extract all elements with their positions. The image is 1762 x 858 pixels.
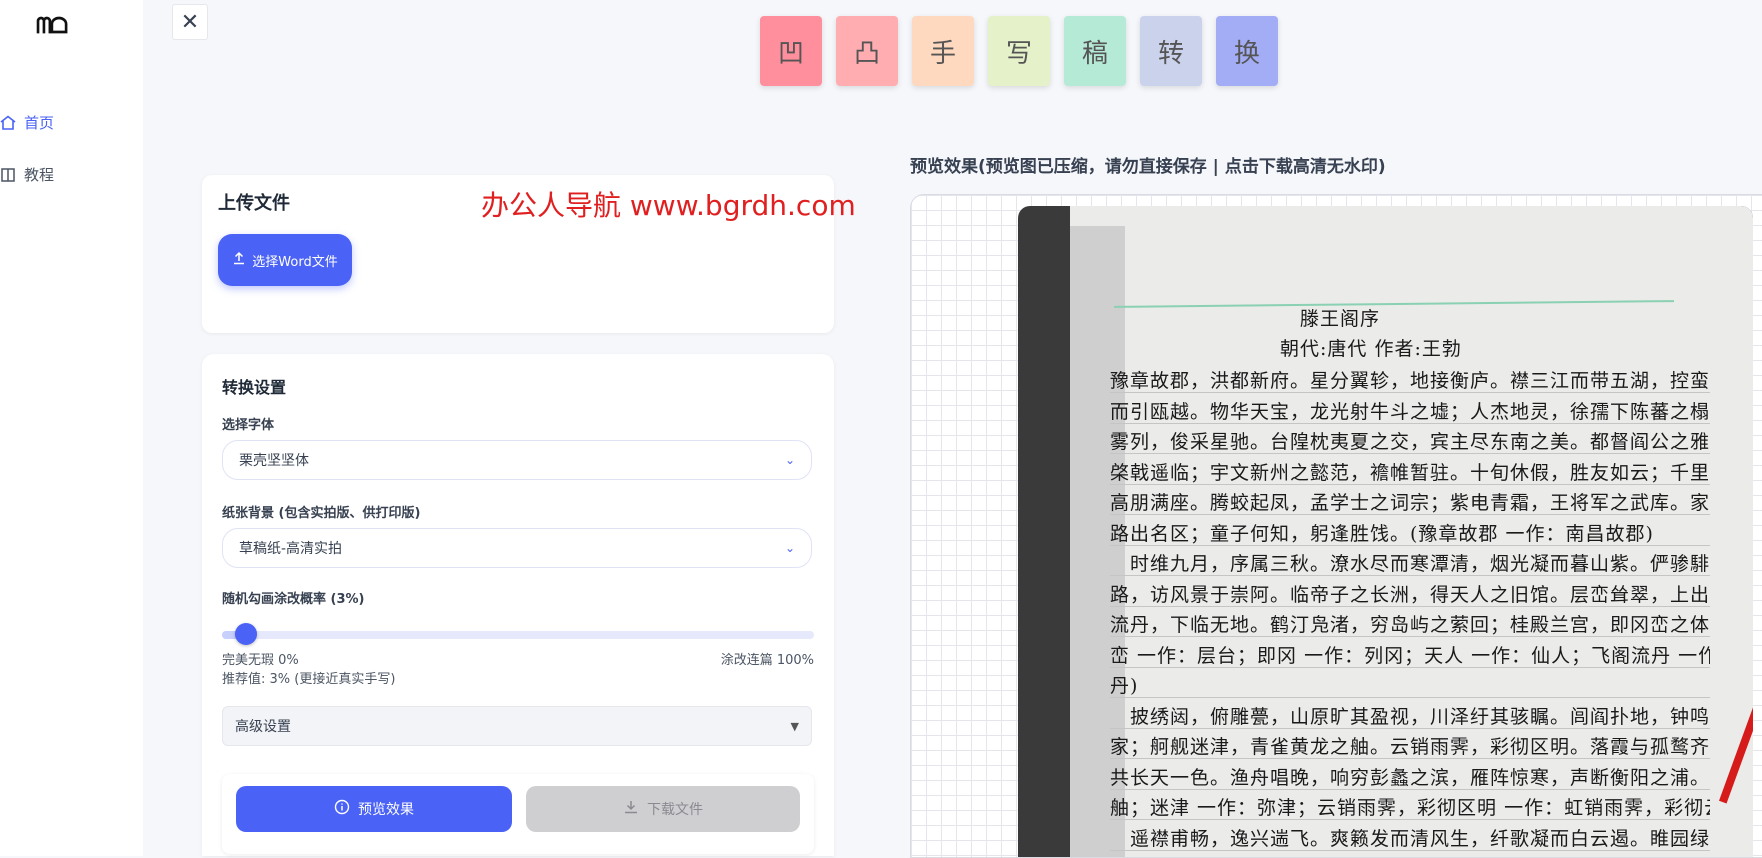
preview-title: 预览效果(预览图已压缩，请勿直接保存 | 点击下载高清无水印) xyxy=(910,157,1386,177)
action-bar: 预览效果 下载文件 xyxy=(222,774,814,854)
font-select-value: 栗壳坚坚体 xyxy=(239,453,309,469)
slider-max-label: 涂改连篇 100% xyxy=(720,653,814,668)
style-tiles: 凹 凸 手 写 稿 转 换 xyxy=(760,16,1278,86)
preview-button-label: 预览效果 xyxy=(358,802,414,818)
settings-title: 转换设置 xyxy=(222,378,287,397)
preview-button[interactable]: 预览效果 xyxy=(236,786,512,832)
upload-title: 上传文件 xyxy=(218,193,290,214)
font-label: 选择字体 xyxy=(222,418,275,433)
app-logo[interactable]: ᗰᗝ xyxy=(36,14,68,39)
style-tile[interactable]: 写 xyxy=(988,16,1050,86)
handwriting-line: 路，访风景于崇阿。临帝子之长洲，得天人之旧馆。层峦耸翠，上出重霄；飞阁 xyxy=(1110,583,1710,606)
download-button[interactable]: 下载文件 xyxy=(526,786,800,832)
download-icon xyxy=(623,799,639,819)
home-icon xyxy=(0,114,16,131)
handwriting-line: 丹) xyxy=(1110,675,1139,697)
sidebar-item-label: 教程 xyxy=(24,166,55,184)
chevron-down-icon: ⌄ xyxy=(784,453,795,467)
advanced-settings-toggle[interactable]: 高级设置 ▼ xyxy=(222,706,812,746)
preview-image: 滕王阁序 朝代:唐代 作者:王勃 豫章故郡，洪都新府。星分翼轸，地接衡庐。襟三江… xyxy=(1018,206,1753,857)
slider-thumb[interactable] xyxy=(234,623,257,645)
handwriting-line: 披绣闼，俯雕甍，山原旷其盈视，川泽纡其骇瞩。闾阎扑地，钟鸣鼎食之 xyxy=(1110,705,1710,728)
handwriting-title: 滕王阁序 xyxy=(1300,308,1381,330)
info-icon xyxy=(334,799,350,819)
settings-card: 转换设置 选择字体 栗壳坚坚体 ⌄ 纸张背景 (包含实拍版、供打印版) 草稿纸-… xyxy=(202,354,834,856)
handwriting-line: 豫章故郡，洪都新府。星分翼轸，地接衡庐。襟三江而带五湖，控蛮荆 xyxy=(1110,370,1710,392)
slider-min-label: 完美无瑕 0% xyxy=(222,653,299,668)
close-button[interactable]: ✕ xyxy=(172,4,208,40)
caret-down-icon: ▼ xyxy=(790,719,799,733)
select-word-file-button[interactable]: 选择Word文件 xyxy=(218,234,352,286)
paper-select-value: 草稿纸-高清实拍 xyxy=(239,541,343,557)
style-tile[interactable]: 凸 xyxy=(836,16,898,86)
handwriting-line: 舳；迷津 一作：弥津；云销雨霁，彩彻区明 一作：虹销雨霁，彩彻云衢) xyxy=(1110,797,1710,819)
handwriting-line: 流丹，下临无地。鹤汀凫渚，穷岛屿之萦回；桂殿兰宫，即冈峦之体势。(层 xyxy=(1110,614,1710,636)
sidebar-item-label: 首页 xyxy=(24,114,55,132)
handwriting-line: 遥襟甫畅，逸兴遄飞。爽籁发而清风生，纤歌凝而白云遏。睢园绿竹， xyxy=(1110,827,1710,850)
upload-icon xyxy=(232,251,246,269)
close-icon: ✕ xyxy=(180,9,200,35)
paper-select[interactable]: 草稿纸-高清实拍 ⌄ xyxy=(222,528,812,568)
download-button-label: 下载文件 xyxy=(647,802,703,818)
chevron-down-icon: ⌄ xyxy=(784,541,795,555)
advanced-settings-label: 高级设置 xyxy=(235,719,291,735)
page-top-line xyxy=(1114,300,1674,308)
probability-label: 随机勾画涂改概率 (3%) xyxy=(222,592,365,607)
handwriting-subtitle: 朝代:唐代 作者:王勃 xyxy=(1280,338,1462,360)
select-word-file-label: 选择Word文件 xyxy=(252,254,338,270)
handwriting-line: 棨戟遥临；宇文新州之懿范，襜帷暂驻。十旬休假，胜友如云；千里逢迎， xyxy=(1110,461,1710,484)
handwriting-line: 而引瓯越。物华天宝，龙光射牛斗之墟；人杰地灵，徐孺下陈蕃之榻。雄州 xyxy=(1110,400,1710,423)
style-tile[interactable]: 手 xyxy=(912,16,974,86)
book-icon xyxy=(0,167,16,183)
handwriting-line: 峦 一作：层台；即冈 一作：列冈；天人 一作：仙人；飞阁流丹 一作：飞阁翔 xyxy=(1110,644,1710,667)
sidebar-item-tutorial[interactable]: 教程 xyxy=(0,164,54,185)
style-tile[interactable]: 转 xyxy=(1140,16,1202,86)
handwriting-line: 家；舸舰迷津，青雀黄龙之舳。云销雨霁，彩彻区明。落霞与孤鹜齐飞，秋水 xyxy=(1110,736,1710,758)
style-tile[interactable]: 换 xyxy=(1216,16,1278,86)
handwriting-line: 高朋满座。腾蛟起凤，孟学士之词宗；紫电青霜，王将军之武库。家君作宰， xyxy=(1110,492,1710,514)
handwriting-line: 时维九月，序属三秋。潦水尽而寒潭清，烟光凝而暮山紫。俨骖騑于上 xyxy=(1110,553,1710,575)
sidebar: ᗰᗝ 首页 教程 xyxy=(0,0,143,856)
probability-slider[interactable] xyxy=(222,623,814,645)
recommend-hint: 推荐值: 3% (更接近真实手写) xyxy=(222,672,396,687)
notebook-page: 滕王阁序 朝代:唐代 作者:王勃 豫章故郡，洪都新府。星分翼轸，地接衡庐。襟三江… xyxy=(1070,206,1753,857)
handwriting-line: 共长天一色。渔舟唱晚，响穷彭蠡之滨，雁阵惊寒，声断衡阳之浦。(轴 通： xyxy=(1110,766,1710,789)
handwriting-line: 路出名区；童子何知，躬逢胜饯。(豫章故郡 一作：南昌故郡) xyxy=(1110,522,1654,545)
handwriting-line: 雾列，俊采星驰。台隍枕夷夏之交，宾主尽东南之美。都督阎公之雅望， xyxy=(1110,431,1710,453)
paper-label: 纸张背景 (包含实拍版、供打印版) xyxy=(222,506,421,521)
style-tile[interactable]: 稿 xyxy=(1064,16,1126,86)
font-select[interactable]: 栗壳坚坚体 ⌄ xyxy=(222,440,812,480)
style-tile[interactable]: 凹 xyxy=(760,16,822,86)
preview-canvas[interactable]: 滕王阁序 朝代:唐代 作者:王勃 豫章故郡，洪都新府。星分翼轸，地接衡庐。襟三江… xyxy=(910,194,1762,858)
sidebar-item-home[interactable]: 首页 xyxy=(0,112,54,133)
watermark-text: 办公人导航 www.bgrdh.com xyxy=(481,189,856,222)
